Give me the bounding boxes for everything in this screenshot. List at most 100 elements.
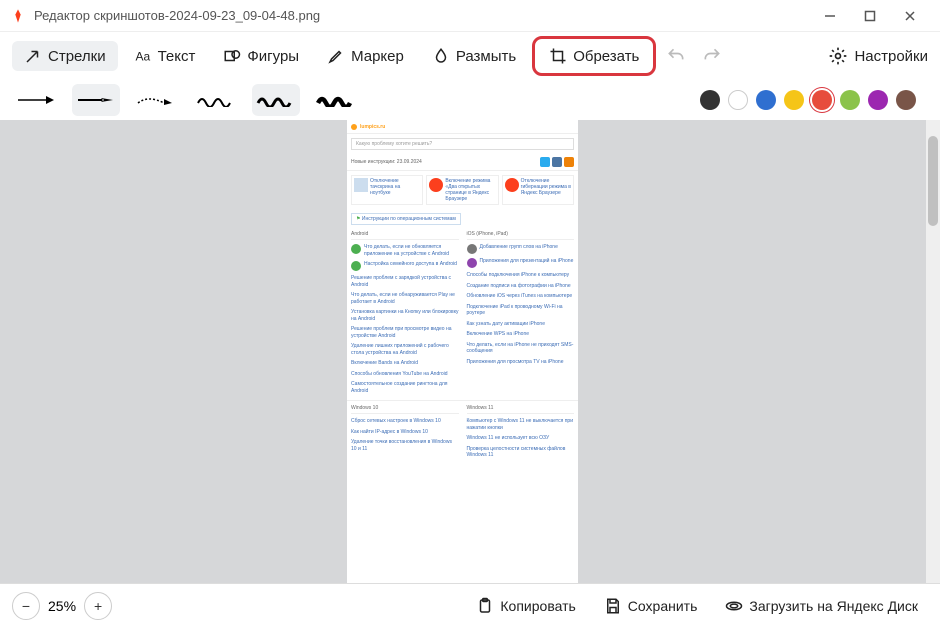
gear-icon <box>828 46 848 66</box>
close-button[interactable] <box>890 0 930 32</box>
color-swatch-blue[interactable] <box>756 90 776 110</box>
settings-label: Настройки <box>854 48 928 65</box>
list-item: Удаление точки восстановления в Windows … <box>351 437 459 454</box>
list-item: Решение проблем при просмотре видео на у… <box>351 324 459 341</box>
screenshot-content: lumpics.ru Какую проблему хотите решить?… <box>347 120 578 583</box>
app-title: Редактор скриншотов <box>34 8 165 23</box>
marker-tool[interactable]: Маркер <box>315 41 416 71</box>
crop-icon <box>549 47 567 65</box>
canvas-scrollbar[interactable] <box>926 120 940 583</box>
color-swatch-red[interactable] <box>812 90 832 110</box>
section-new: Новые инструкции: 23.09.2024 <box>351 159 422 165</box>
col-win11: Windows 11 <box>467 403 575 414</box>
color-swatch-green[interactable] <box>840 90 860 110</box>
clipboard-icon <box>476 597 494 615</box>
list-item: Приложения для презентаций на iPhone <box>480 258 574 268</box>
col-android: Android <box>351 229 459 240</box>
site-search: Какую проблему хотите решить? <box>351 138 574 150</box>
zoom-in-button[interactable]: + <box>84 592 112 620</box>
undo-button[interactable] <box>660 40 692 72</box>
crop-highlight: Обрезать <box>532 36 656 76</box>
telegram-icon <box>540 157 550 167</box>
brush-style-1[interactable] <box>192 84 240 116</box>
style-toolbar <box>0 80 940 120</box>
site-title: lumpics.ru <box>360 124 385 130</box>
scrollbar-thumb[interactable] <box>928 136 938 226</box>
copy-button[interactable]: Копировать <box>466 591 585 621</box>
list-item: Способы обновления YouTube на Android <box>351 369 459 380</box>
arrow-style-2[interactable] <box>72 84 120 116</box>
save-icon <box>604 597 622 615</box>
color-swatch-purple[interactable] <box>868 90 888 110</box>
arrows-label: Стрелки <box>48 48 106 65</box>
upload-disk-button[interactable]: Загрузить на Яндекс Диск <box>715 591 928 621</box>
redo-button[interactable] <box>696 40 728 72</box>
list-item: Приложения для просмотра TV на iPhone <box>467 357 575 368</box>
vk-icon <box>552 157 562 167</box>
list-item: Обновление iOS через iTunes на компьютер… <box>467 291 575 302</box>
arrow-style-1[interactable] <box>12 84 60 116</box>
editor-canvas[interactable]: lumpics.ru Какую проблему хотите решить?… <box>0 120 940 583</box>
text-tool[interactable]: Aa Текст <box>122 41 208 71</box>
list-item: Удаление лишних приложений с рабочего ст… <box>351 341 459 358</box>
color-swatch-yellow[interactable] <box>784 90 804 110</box>
brush-style-2[interactable] <box>252 84 300 116</box>
blur-label: Размыть <box>456 48 516 65</box>
main-toolbar: Стрелки Aa Текст Фигуры Маркер Размыть О… <box>0 32 940 80</box>
shapes-icon <box>223 47 241 65</box>
blur-icon <box>432 47 450 65</box>
color-swatch-white[interactable] <box>728 90 748 110</box>
card-2: Включение режима «Два открытых странице … <box>445 178 495 202</box>
arrow-style-3[interactable] <box>132 84 180 116</box>
color-swatch-brown[interactable] <box>896 90 916 110</box>
svg-text:Aa: Aa <box>135 50 150 64</box>
list-item: Как узнать дату активации iPhone <box>467 319 575 330</box>
list-item: Способы подключения iPhone к компьютеру <box>467 270 575 281</box>
shapes-tool[interactable]: Фигуры <box>211 41 311 71</box>
text-icon: Aa <box>134 47 152 65</box>
save-button[interactable]: Сохранить <box>594 591 708 621</box>
marker-label: Маркер <box>351 48 404 65</box>
ok-icon <box>564 157 574 167</box>
color-swatch-black[interactable] <box>700 90 720 110</box>
maximize-button[interactable] <box>850 0 890 32</box>
list-item: Проверка целостности системных файлов Wi… <box>467 444 575 461</box>
list-item: Как найти IP-адрес в Windows 10 <box>351 427 459 438</box>
settings-button[interactable]: Настройки <box>828 46 928 66</box>
list-item: Установка картинки на Кнопку или блокиро… <box>351 307 459 324</box>
minimize-button[interactable] <box>810 0 850 32</box>
crop-label: Обрезать <box>573 48 639 65</box>
text-label: Текст <box>158 48 196 65</box>
list-item: Добавление групп слов на iPhone <box>480 244 558 254</box>
zoom-out-button[interactable]: − <box>12 592 40 620</box>
list-item: Включение Bands на Android <box>351 358 459 369</box>
list-item: Решение проблем с зарядкой устройства с … <box>351 273 459 290</box>
marker-icon <box>327 47 345 65</box>
arrows-tool[interactable]: Стрелки <box>12 41 118 71</box>
os-tag: Инструкции по операционным системам <box>362 216 456 222</box>
list-item: Что делать, если не обновляется приложен… <box>364 244 459 257</box>
save-label: Сохранить <box>628 598 698 614</box>
list-item: Включение WPS на iPhone <box>467 329 575 340</box>
zoom-value: 25% <box>48 598 76 614</box>
upload-label: Загрузить на Яндекс Диск <box>749 598 918 614</box>
list-item: Что делать, если на iPhone не приходят S… <box>467 340 575 357</box>
color-palette <box>700 90 928 110</box>
col-win10: Windows 10 <box>351 403 459 414</box>
list-item: Сброс сетевых настроек в Windows 10 <box>351 416 459 427</box>
title-bar: Редактор скриншотов - 2024-09-23_09-04-4… <box>0 0 940 32</box>
shapes-label: Фигуры <box>247 48 299 65</box>
list-item: Компьютер с Windows 11 не выключается пр… <box>467 416 575 433</box>
card-3: Отключение гибернации режима в Яндекс Бр… <box>521 178 571 202</box>
list-item: Создание подписи на фотографии на iPhone <box>467 281 575 292</box>
list-item: Самостоятельное создание рингтона для An… <box>351 379 459 396</box>
blur-tool[interactable]: Размыть <box>420 41 528 71</box>
app-logo-icon <box>10 8 26 24</box>
crop-tool[interactable]: Обрезать <box>537 41 651 71</box>
bottom-bar: − 25% + Копировать Сохранить Загрузить н… <box>0 583 940 627</box>
brush-style-3[interactable] <box>312 84 360 116</box>
card-1: Отключение тачскрина на ноутбуке <box>370 178 420 202</box>
list-item: Что делать, если не обнаруживается Play … <box>351 290 459 307</box>
arrow-icon <box>24 47 42 65</box>
list-item: Windows 11 не использует всю ОЗУ <box>467 433 575 444</box>
